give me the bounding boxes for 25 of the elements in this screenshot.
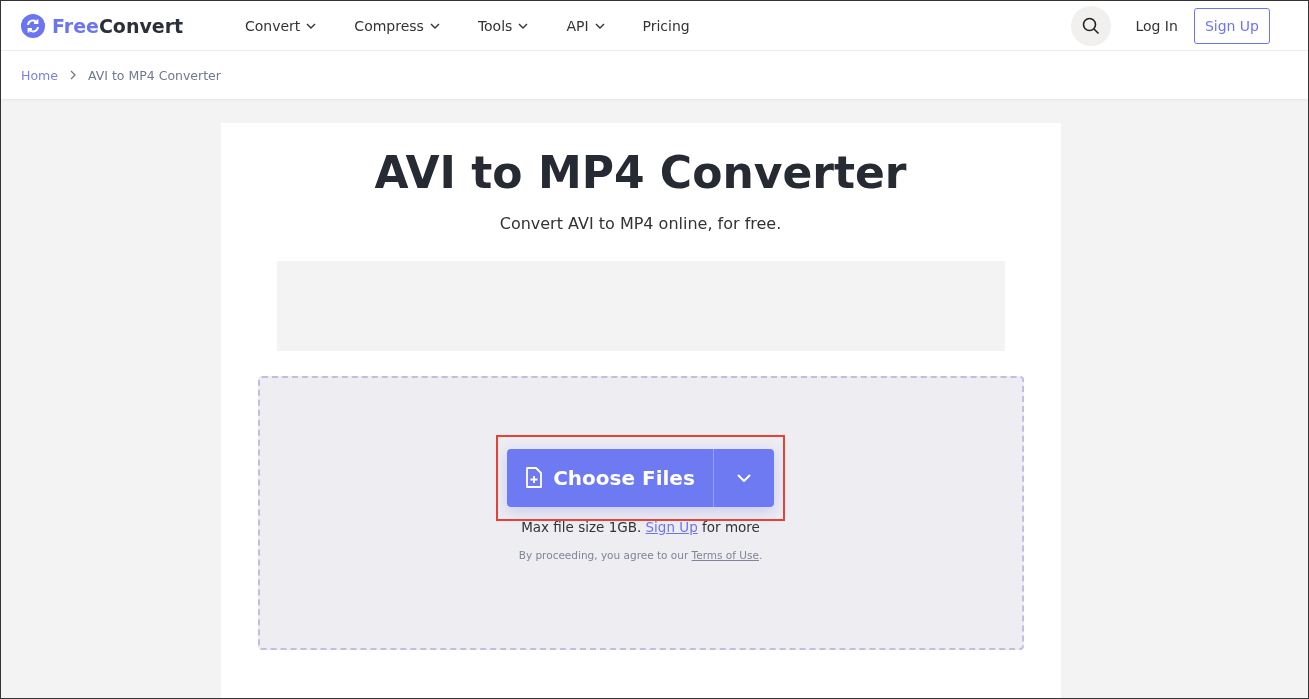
- nav-menu[interactable]: Pricing: [642, 17, 690, 34]
- nav-menu[interactable]: Compress: [354, 17, 440, 34]
- drop-zone[interactable]: Choose Files Max file size 1GB. Sign Up for more By proceeding, you agree to our Terms of Use.: [257, 376, 1024, 650]
- page-subtitle: Convert AVI to MP4 online, for free.: [499, 214, 782, 233]
- chevron-down-icon: [306, 22, 317, 29]
- nav-menu[interactable]: API: [566, 17, 605, 34]
- page-title: AVI to MP4 Converter: [374, 147, 907, 198]
- chevron-down-icon: [518, 22, 529, 29]
- file-size-note: Max file size 1GB. Sign Up for more: [521, 519, 760, 535]
- search-icon: [1082, 16, 1101, 35]
- choose-files-button[interactable]: Choose Files: [507, 449, 714, 507]
- breadcrumb-item: AVI to MP4 Converter: [87, 67, 221, 83]
- chevron-down-icon: [736, 474, 751, 482]
- login-link[interactable]: Log In: [1129, 16, 1184, 35]
- nav-menu[interactable]: Convert: [245, 17, 317, 34]
- chevron-down-icon: [429, 22, 440, 29]
- logo-text[interactable]: FreeConvert: [52, 14, 184, 37]
- terms-note: By proceeding, you agree to our Terms of Use.: [518, 549, 763, 561]
- logo-icon: [21, 13, 45, 38]
- file-add-icon: [525, 467, 544, 489]
- chevron-right-icon: [69, 70, 76, 80]
- chevron-down-icon: [594, 22, 605, 29]
- signup-button[interactable]: Sign Up: [1193, 7, 1270, 44]
- breadcrumb-item[interactable]: Home: [21, 67, 58, 83]
- nav-menu[interactable]: Tools: [477, 17, 529, 34]
